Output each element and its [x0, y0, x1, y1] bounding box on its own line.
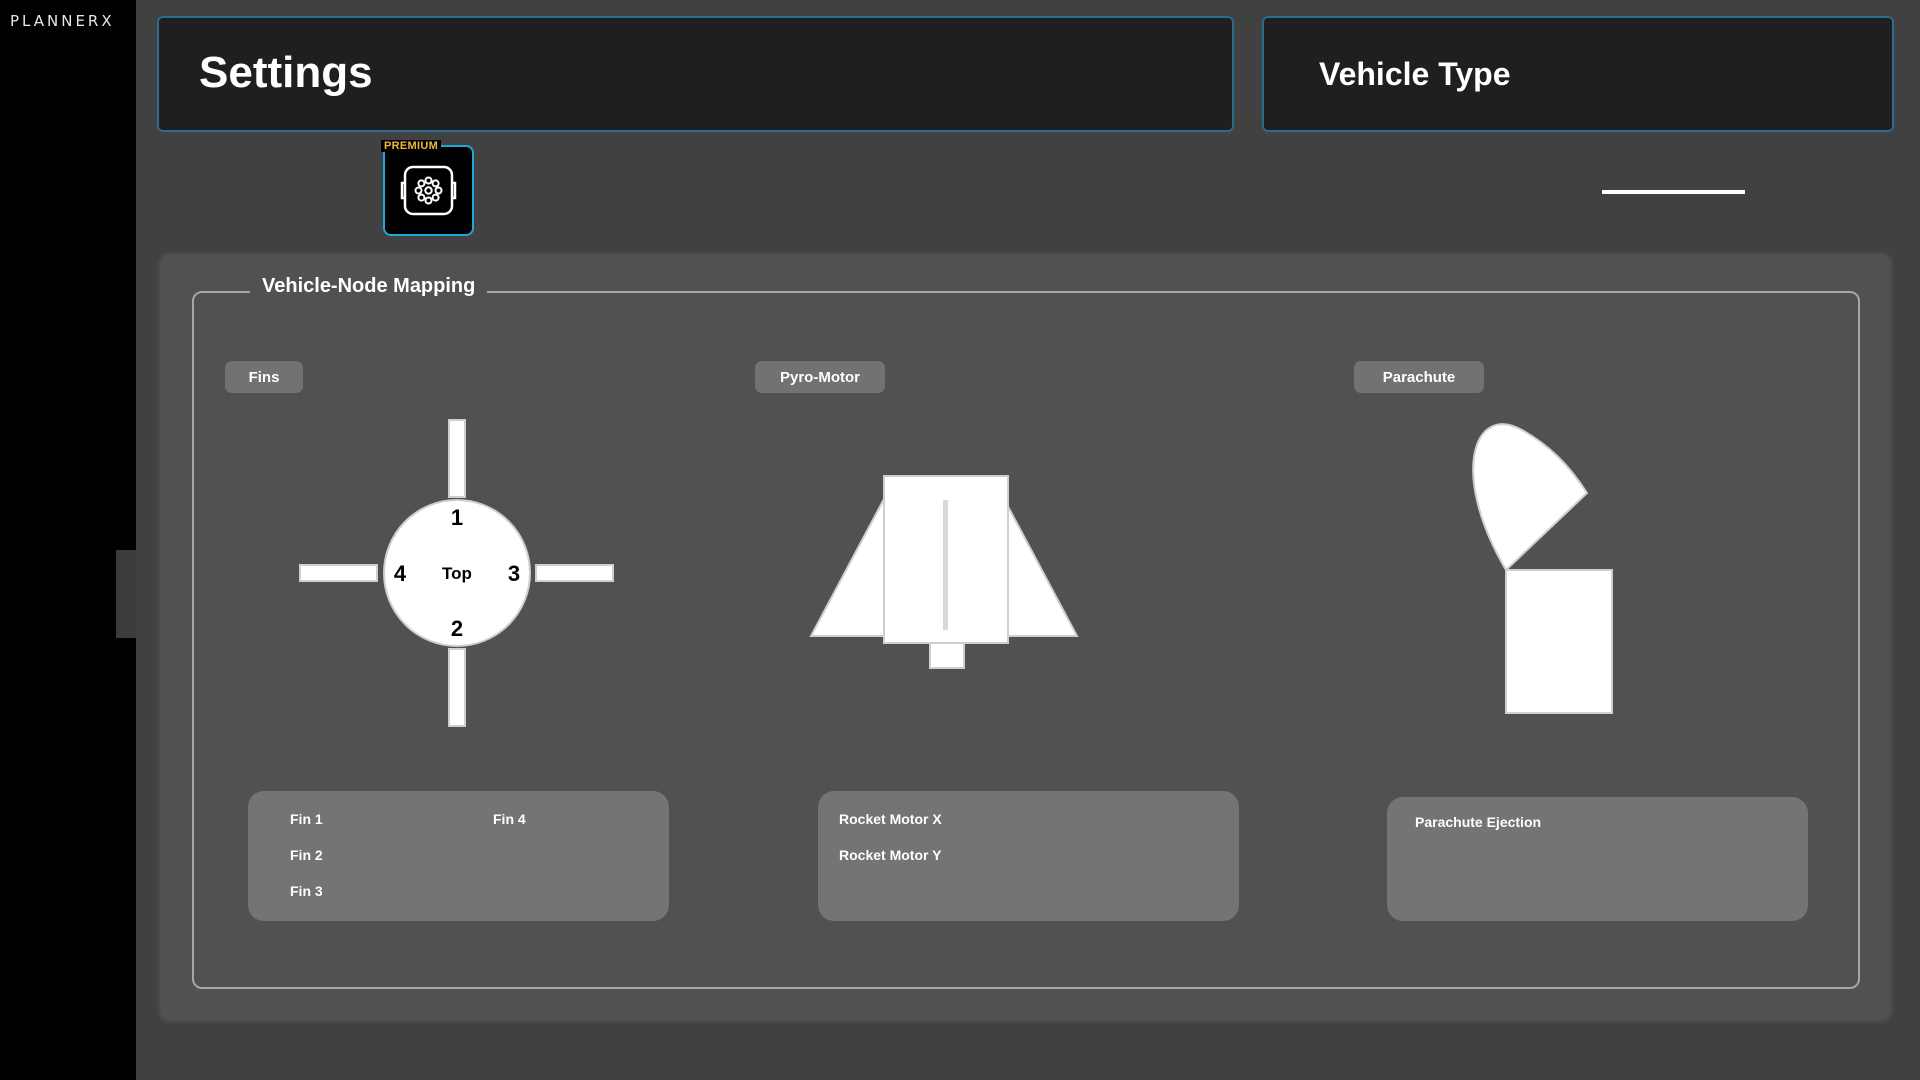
- list-item-fin-3[interactable]: Fin 3: [290, 883, 323, 899]
- fin-top-shape: [448, 419, 466, 498]
- vehicle-node-mapping-panel: Vehicle-Node Mapping Fins Pyro-Motor Par…: [157, 251, 1894, 1024]
- parachute-node-list: Parachute Ejection: [1387, 797, 1808, 921]
- parachute-diagram: [1472, 423, 1613, 714]
- fin-number-1: 1: [451, 505, 463, 530]
- fin-right-shape: [535, 564, 614, 582]
- fins-diagram: Top 1 2 3 4: [299, 419, 614, 727]
- fins-node-list: Fin 1 Fin 2 Fin 3 Fin 4: [248, 791, 669, 921]
- fin-number-3: 3: [508, 561, 520, 586]
- motor-center-line: [943, 500, 948, 630]
- app-logo: PLANNERX: [10, 12, 115, 30]
- settings-header-card: Settings: [157, 16, 1234, 132]
- fin-number-2: 2: [451, 616, 463, 641]
- motor-nozzle-shape: [929, 642, 965, 669]
- fin-number-4: 4: [394, 561, 407, 586]
- sidebar-collapse-handle[interactable]: [116, 550, 136, 638]
- list-item-parachute-ejection[interactable]: Parachute Ejection: [1415, 814, 1541, 830]
- mapping-fieldset: Vehicle-Node Mapping Fins Pyro-Motor Par…: [192, 275, 1860, 989]
- fin-left-shape: [299, 564, 378, 582]
- fin-center-label: Top: [442, 564, 472, 583]
- vehicle-type-card: Vehicle Type: [1262, 16, 1894, 132]
- list-item-fin-4[interactable]: Fin 4: [493, 811, 526, 827]
- list-item-rocket-motor-y[interactable]: Rocket Motor Y: [839, 847, 941, 863]
- motor-node-list: Rocket Motor X Rocket Motor Y: [818, 791, 1239, 921]
- premium-badge: PREMIUM: [381, 140, 442, 152]
- page-title: Settings: [199, 48, 373, 97]
- list-item-fin-1[interactable]: Fin 1: [290, 811, 323, 827]
- flight-controller-icon: [400, 165, 457, 216]
- fin-bottom-shape: [448, 648, 466, 727]
- motor-left-fin-shape: [809, 498, 885, 637]
- premium-feature-button[interactable]: PREMIUM: [381, 140, 474, 236]
- pyro-motor-diagram: [809, 475, 1079, 669]
- motor-right-fin-shape: [1003, 498, 1079, 637]
- parachute-container-shape: [1505, 569, 1613, 714]
- list-item-rocket-motor-x[interactable]: Rocket Motor X: [839, 811, 942, 827]
- parachute-canopy-shape: [1472, 423, 1589, 572]
- vehicle-type-title: Vehicle Type: [1319, 56, 1511, 92]
- sidebar: PLANNERX: [0, 0, 136, 1080]
- vehicle-type-indicator: [1602, 190, 1745, 194]
- list-item-fin-2[interactable]: Fin 2: [290, 847, 323, 863]
